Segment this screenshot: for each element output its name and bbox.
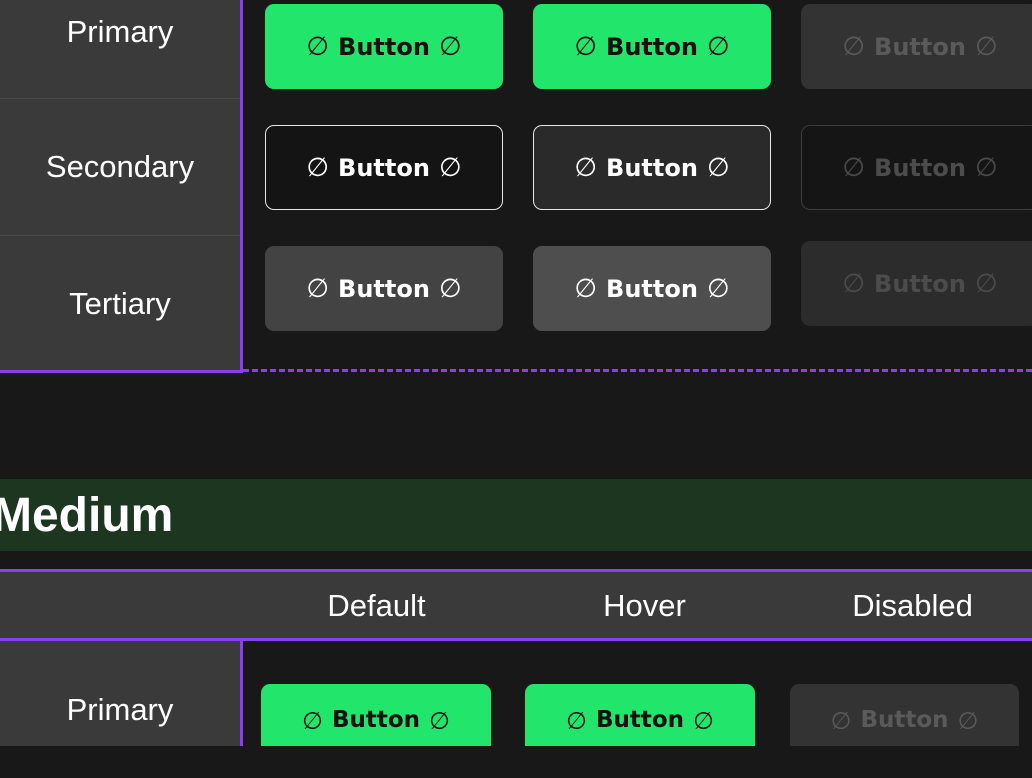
empty-set-icon: ∅ [438,273,462,304]
button-label: Button [595,707,685,733]
empty-set-icon: ∅ [306,152,330,183]
medium-primary-button-default[interactable]: ∅ Button ∅ [261,684,491,746]
empty-set-icon: ∅ [974,268,998,299]
button-label: Button [606,153,698,182]
empty-set-icon: ∅ [306,31,330,62]
secondary-button-disabled: ∅ Button ∅ [801,125,1032,210]
row-label-primary: Primary [66,691,174,727]
tertiary-button-default[interactable]: ∅ Button ∅ [265,246,503,331]
empty-set-icon: ∅ [574,273,598,304]
empty-set-icon: ∅ [706,152,730,183]
empty-set-icon: ∅ [574,152,598,183]
empty-set-icon: ∅ [974,31,998,62]
empty-set-icon: ∅ [438,31,462,62]
empty-set-icon: ∅ [842,152,866,183]
section-title-medium: Medium [0,488,174,542]
secondary-button-default[interactable]: ∅ Button ∅ [265,125,503,210]
empty-set-icon: ∅ [706,31,730,62]
empty-set-icon: ∅ [830,707,852,735]
column-header-default: Default [327,587,426,623]
row-label-secondary: Secondary [45,148,195,184]
primary-button-hover[interactable]: ∅ Button ∅ [533,4,771,89]
frame-border-bottom [0,370,243,373]
tertiary-button-hover[interactable]: ∅ Button ∅ [533,246,771,331]
column-header-hover: Hover [603,587,686,623]
row-label-tertiary: Tertiary [69,285,171,321]
button-label: Button [338,274,430,303]
medium-primary-button-hover[interactable]: ∅ Button ∅ [525,684,755,746]
primary-button-default[interactable]: ∅ Button ∅ [265,4,503,89]
empty-set-icon: ∅ [429,707,450,735]
empty-set-icon: ∅ [974,152,998,183]
empty-set-icon: ∅ [302,707,323,735]
empty-set-icon: ∅ [706,273,730,304]
empty-set-icon: ∅ [957,707,979,735]
button-label: Button [874,32,966,61]
button-label: Button [331,707,421,733]
button-label: Button [874,269,966,298]
frame-border-left [240,0,243,372]
empty-set-icon: ∅ [306,273,330,304]
button-label: Button [338,32,430,61]
secondary-button-hover[interactable]: ∅ Button ∅ [533,125,771,210]
empty-set-icon: ∅ [438,152,462,183]
row-label-primary: Primary [66,14,174,49]
empty-set-icon: ∅ [693,707,714,735]
button-label: Button [338,153,430,182]
primary-button-disabled: ∅ Button ∅ [801,4,1032,89]
empty-set-icon: ∅ [842,268,866,299]
empty-set-icon: ∅ [566,707,587,735]
tertiary-button-disabled: ∅ Button ∅ [801,241,1032,326]
frame-border-bottom-dashed [243,369,1032,372]
button-label: Button [874,153,966,182]
empty-set-icon: ∅ [574,31,598,62]
empty-set-icon: ∅ [842,31,866,62]
frame-border-left [240,641,243,746]
column-header-disabled: Disabled [852,587,973,623]
button-label: Button [860,707,949,733]
button-label: Button [606,32,698,61]
medium-primary-button-disabled: ∅ Button ∅ [790,684,1019,746]
button-label: Button [606,274,698,303]
